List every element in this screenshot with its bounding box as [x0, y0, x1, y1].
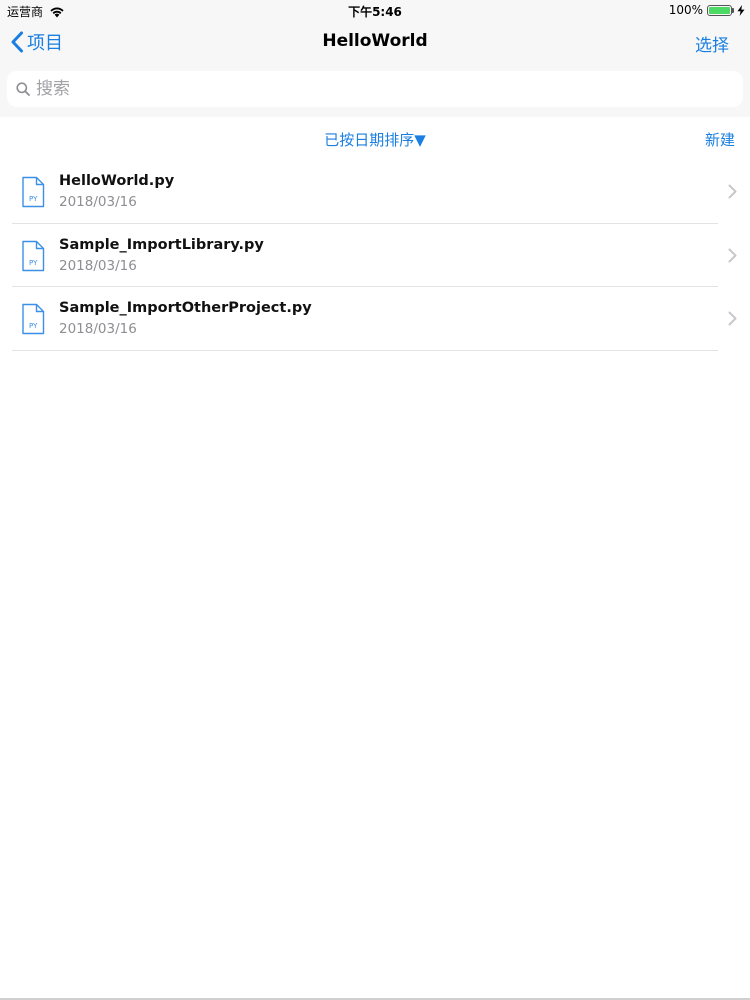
battery-percent: 100%: [668, 3, 703, 17]
file-date: 2018/03/16: [59, 257, 137, 274]
nav-bar: 项目 HelloWorld 选择: [0, 20, 750, 64]
file-date: 2018/03/16: [59, 321, 137, 337]
sort-toggle[interactable]: 已按日期排序▼: [324, 131, 426, 149]
svg-text:PY: PY: [29, 322, 38, 330]
bolt-icon: [737, 4, 745, 16]
python-file-icon: PY: [22, 303, 45, 335]
battery-icon: [707, 4, 735, 16]
page-title: HelloWorld: [322, 31, 428, 51]
chevron-right-icon: [728, 311, 737, 326]
search-input[interactable]: [36, 79, 716, 99]
search-icon: [16, 82, 30, 96]
sort-row: 已按日期排序▼ 新建: [0, 117, 750, 159]
file-date: 2018/03/16: [59, 194, 137, 210]
python-file-icon: PY: [22, 176, 45, 208]
select-button[interactable]: 选择: [695, 31, 729, 56]
files-screen: 运营商 下午5:46 100% 项目 HelloWorld 选择 搜索 已按日期…: [0, 0, 750, 1000]
python-file-icon: PY: [22, 240, 45, 271]
status-bar: 运营商 下午5:46 100%: [0, 0, 750, 20]
file-list: PY HelloWorld.py 2018/03/16 PY Sample_Im…: [0, 160, 750, 351]
search-bar[interactable]: [7, 71, 743, 107]
row-divider: [12, 349, 718, 351]
svg-text:PY: PY: [29, 259, 38, 267]
list-item[interactable]: PY HelloWorld.py 2018/03/16: [0, 160, 750, 224]
chevron-right-icon: [728, 184, 737, 199]
file-name: Sample_ImportLibrary.py: [59, 236, 264, 253]
file-name: HelloWorld.py: [59, 173, 175, 189]
status-right: 100%: [669, 3, 745, 17]
status-time: 下午5:46: [348, 5, 402, 19]
list-item[interactable]: PY Sample_ImportLibrary.py 2018/03/16: [0, 224, 750, 287]
svg-text:PY: PY: [29, 195, 38, 203]
file-name: Sample_ImportOtherProject.py: [59, 300, 312, 316]
list-item[interactable]: PY Sample_ImportOtherProject.py 2018/03/…: [0, 287, 750, 351]
top-chrome: 运营商 下午5:46 100% 项目 HelloWorld 选择 搜索: [0, 0, 750, 117]
new-button[interactable]: 新建: [705, 129, 735, 150]
chevron-right-icon: [728, 248, 737, 262]
sort-label-row: 已按日期排序▼: [0, 129, 750, 150]
